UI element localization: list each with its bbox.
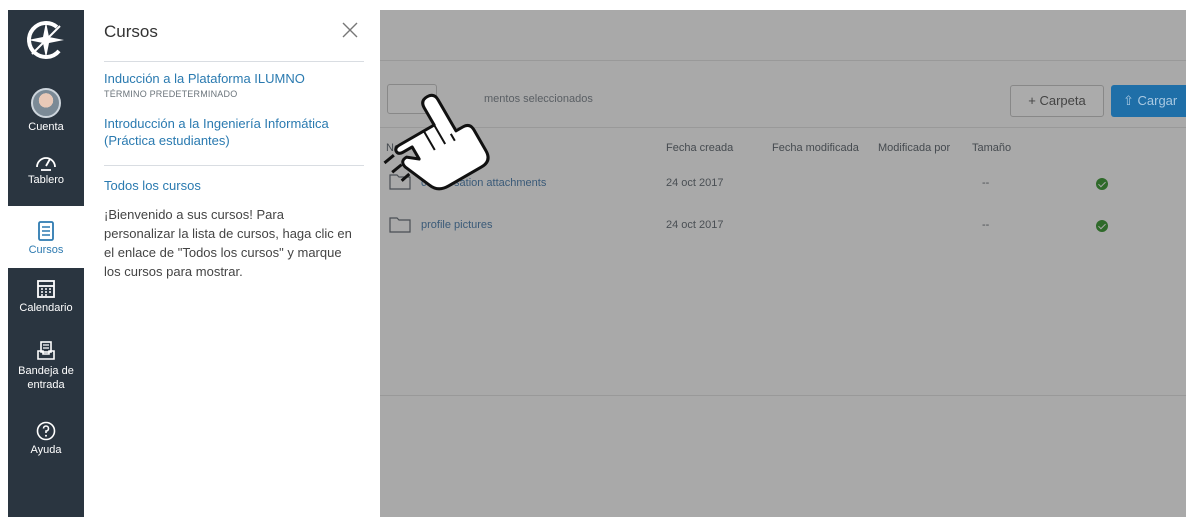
course-name-line1: Introducción a la Ingeniería Informática bbox=[104, 116, 329, 131]
institution-logo[interactable] bbox=[20, 14, 72, 66]
nav-item-help[interactable]: Ayuda bbox=[8, 420, 84, 456]
course-link-ilumno[interactable]: Inducción a la Plataforma ILUMNO bbox=[104, 70, 305, 87]
nav-item-inbox[interactable]: Bandeja de entrada bbox=[8, 340, 84, 392]
column-header-created[interactable]: Fecha creada bbox=[666, 142, 733, 154]
tray-title: Cursos bbox=[104, 22, 158, 41]
nav-item-account[interactable]: Cuenta bbox=[8, 88, 84, 133]
file-name-link[interactable]: profile pictures bbox=[421, 219, 493, 231]
all-courses-link[interactable]: Todos los cursos bbox=[104, 177, 201, 194]
hand-pointer-icon bbox=[383, 93, 490, 191]
course-name-line2: (Práctica estudiantes) bbox=[104, 133, 230, 148]
help-icon bbox=[36, 421, 56, 441]
nav-item-label: Ayuda bbox=[30, 444, 62, 456]
nav-item-label: Tablero bbox=[27, 174, 65, 186]
published-check-icon[interactable] bbox=[1096, 220, 1108, 232]
inbox-icon bbox=[37, 341, 55, 360]
file-size: -- bbox=[982, 177, 990, 189]
nav-item-calendar[interactable]: Calendario bbox=[8, 278, 84, 314]
nav-item-label-line2: entrada bbox=[27, 379, 65, 391]
nav-item-label: Cursos bbox=[28, 244, 64, 256]
upload-button[interactable]: ⇧ Cargar bbox=[1111, 85, 1186, 117]
course-link-ingenieria[interactable]: Introducción a la Ingeniería Informática… bbox=[104, 115, 329, 149]
welcome-message: ¡Bienvenido a sus cursos! Para personali… bbox=[104, 207, 352, 279]
file-created-date: 24 oct 2017 bbox=[666, 177, 724, 189]
nav-item-label: Cuenta bbox=[28, 121, 64, 133]
column-header-size[interactable]: Tamaño bbox=[972, 142, 1011, 154]
course-term: TÉRMINO PREDETERMINADO bbox=[104, 89, 238, 99]
file-created-date: 24 oct 2017 bbox=[666, 219, 724, 231]
folder-icon bbox=[389, 217, 411, 233]
nav-item-label: Calendario bbox=[19, 302, 73, 314]
avatar bbox=[31, 88, 61, 118]
divider bbox=[380, 395, 1186, 396]
calendar-icon bbox=[37, 280, 55, 298]
published-check-icon[interactable] bbox=[1096, 178, 1108, 190]
divider bbox=[104, 61, 364, 62]
global-nav: Cuenta Tablero Cursos Calendario Bandeja… bbox=[8, 10, 84, 517]
selection-status: mentos seleccionados bbox=[484, 93, 593, 105]
nav-item-label-line1: Bandeja de bbox=[18, 365, 74, 377]
dashboard-icon bbox=[36, 157, 56, 171]
file-size: -- bbox=[982, 219, 990, 231]
close-icon[interactable] bbox=[340, 20, 360, 40]
column-header-modified[interactable]: Fecha modificada bbox=[772, 142, 859, 154]
book-icon bbox=[38, 221, 54, 241]
app-frame: Cuenta Tablero Cursos Calendario Bandeja… bbox=[8, 10, 1186, 517]
column-header-modified-by[interactable]: Modificada por bbox=[878, 142, 950, 154]
nav-item-dashboard[interactable]: Tablero bbox=[8, 152, 84, 186]
divider bbox=[104, 165, 364, 166]
courses-tray: Cursos Inducción a la Plataforma ILUMNO … bbox=[84, 10, 380, 517]
nav-item-courses[interactable]: Cursos bbox=[8, 206, 84, 268]
divider bbox=[380, 127, 1186, 128]
new-folder-button[interactable]: + Carpeta bbox=[1010, 85, 1104, 117]
